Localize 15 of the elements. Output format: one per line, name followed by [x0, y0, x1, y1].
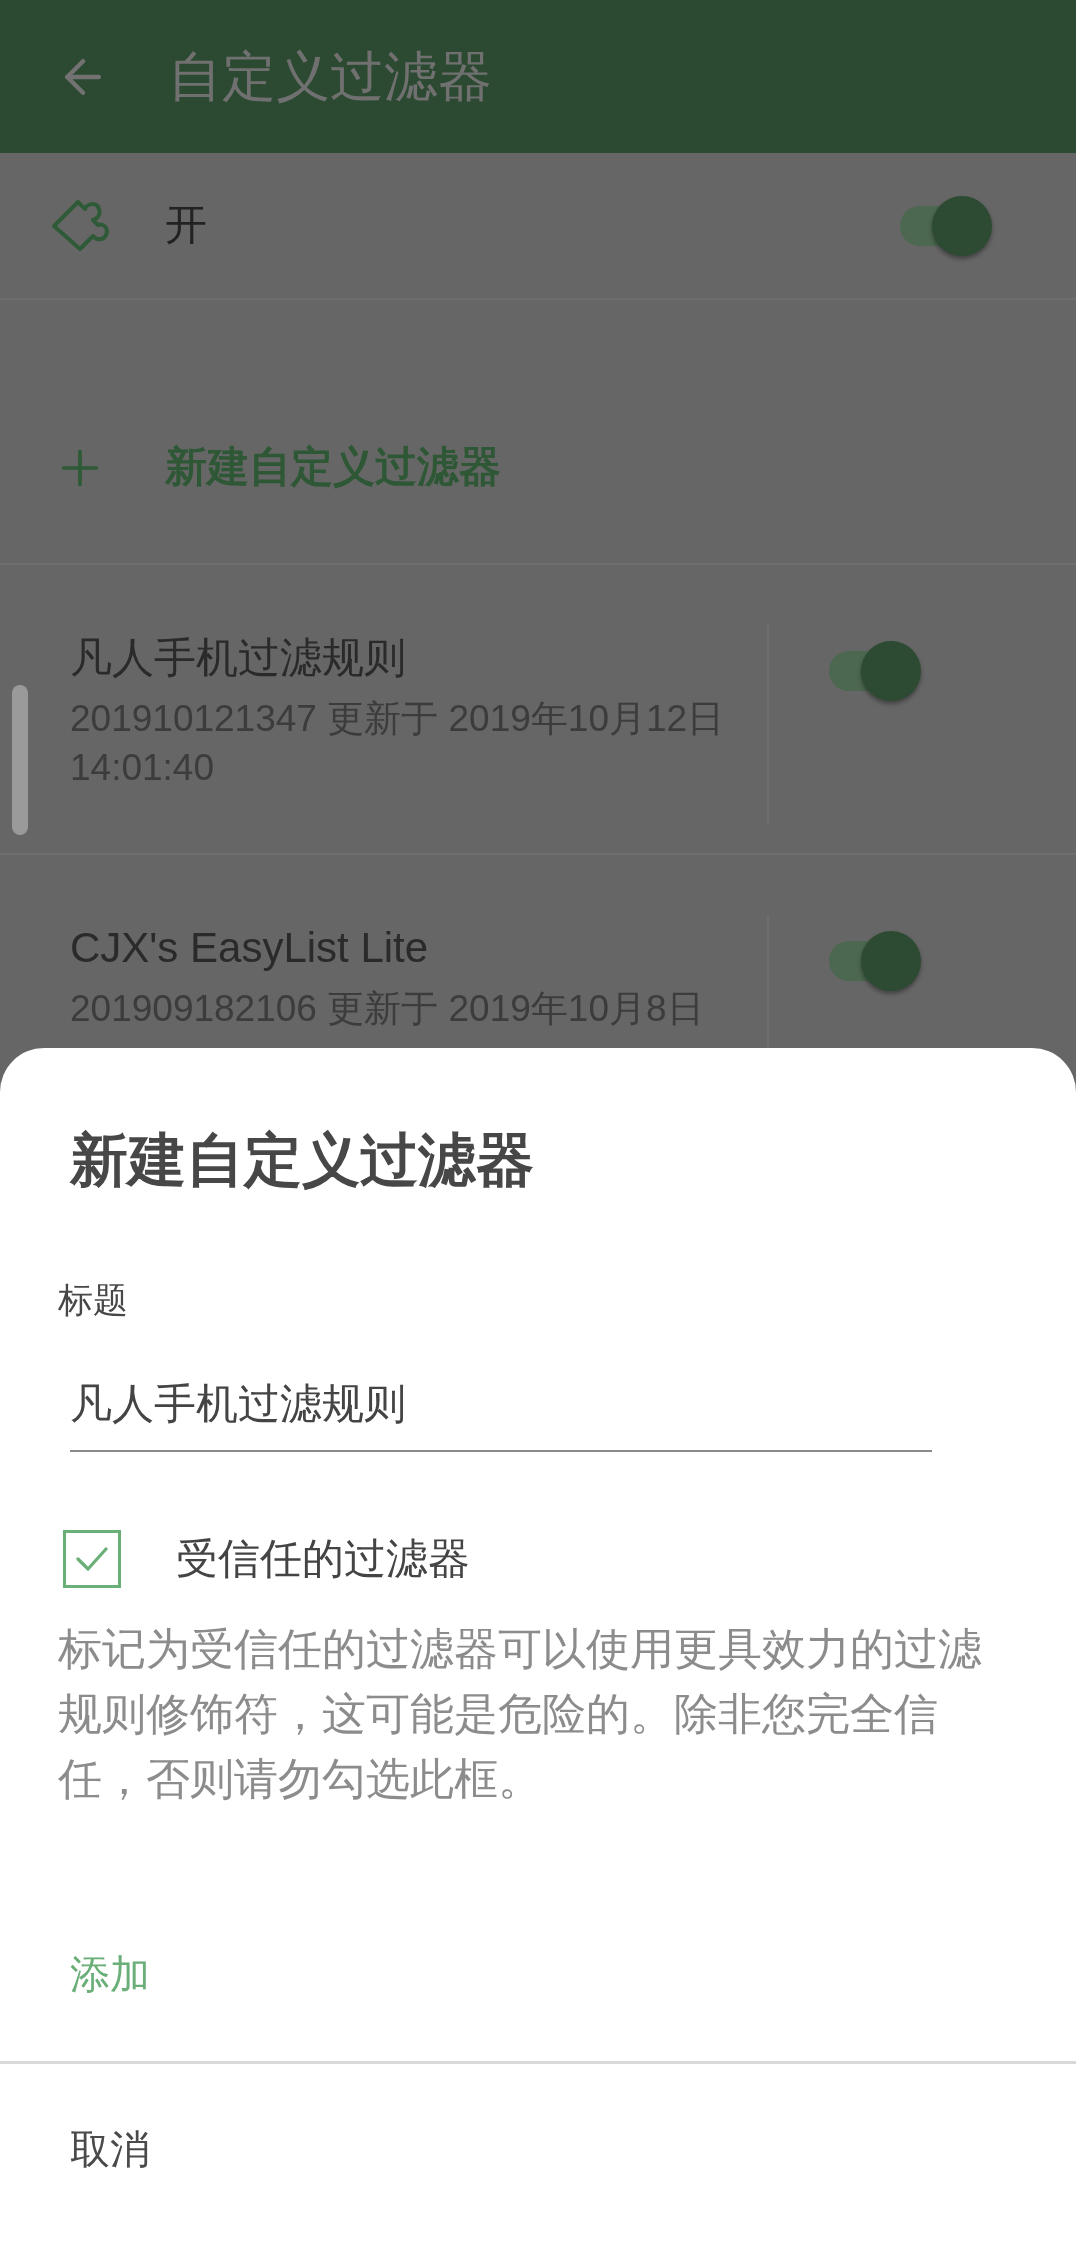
title-input[interactable]: 凡人手机过滤规则: [70, 1375, 932, 1452]
scrollbar[interactable]: [12, 685, 28, 835]
new-filter-link[interactable]: 新建自定义过滤器: [165, 440, 501, 495]
trusted-description: 标记为受信任的过滤器可以使用更具效力的过滤规则修饰符，这可能是危险的。除非您完全信任，否则请勿勾选此框。: [58, 1622, 983, 1805]
add-button[interactable]: 添加: [54, 1935, 166, 2012]
filter-title[interactable]: 凡人手机过滤规则: [70, 631, 406, 686]
app-bar-title: 自定义过滤器: [168, 45, 492, 109]
trusted-checkbox[interactable]: [63, 1529, 121, 1588]
cancel-button[interactable]: 取消: [54, 2110, 166, 2187]
field-label: 标题: [58, 1279, 128, 1322]
checkmark-icon: [76, 1546, 108, 1571]
filter-title[interactable]: CJX's EasyList Lite: [70, 921, 429, 976]
dialog-title: 新建自定义过滤器: [70, 1126, 534, 1194]
checkbox-label: 受信任的过滤器: [176, 1533, 470, 1584]
switch-label: 开: [165, 200, 207, 251]
